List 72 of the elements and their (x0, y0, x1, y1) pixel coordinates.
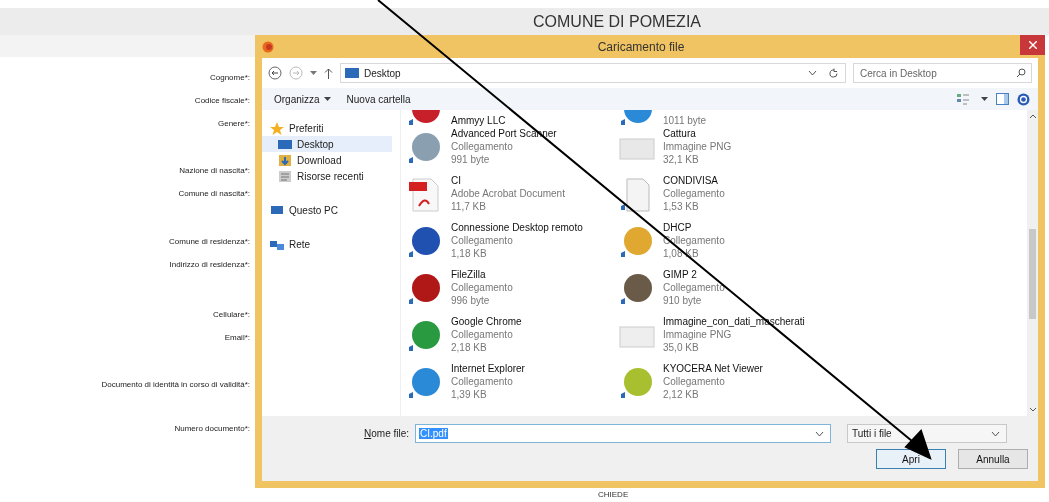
close-icon (1028, 41, 1037, 49)
star-icon (270, 121, 284, 135)
file-item[interactable]: Internet Explorer Collegamento 1,39 KB (407, 362, 619, 409)
download-folder-icon (278, 153, 292, 167)
app-icon (407, 131, 443, 165)
chevron-icon (991, 430, 1001, 437)
app-icon (407, 319, 443, 353)
file-item[interactable]: GIMP 2 Collegamento 910 byte (619, 268, 1027, 315)
chevron-icon[interactable] (808, 70, 817, 76)
refresh-icon[interactable] (828, 67, 839, 79)
scroll-down-icon[interactable] (1028, 407, 1037, 412)
app-logo-icon (262, 40, 274, 53)
scrollbar-thumb[interactable] (1029, 229, 1036, 319)
scroll-up-icon[interactable] (1028, 114, 1037, 119)
address-bar[interactable]: Desktop (340, 63, 846, 83)
organize-button[interactable]: Organizza (270, 93, 335, 105)
app-icon (619, 272, 655, 306)
form-label: Comune di nascita*: (178, 189, 251, 199)
scrollbar[interactable] (1027, 110, 1038, 416)
chevron-icon[interactable] (815, 430, 825, 437)
search-field[interactable]: Cerca in Desktop (853, 63, 1032, 83)
filename-label: Nome file: (364, 428, 410, 439)
nav-item[interactable]: Risorse recenti (262, 168, 392, 184)
file-item[interactable]: CONDIVISA Collegamento 1,53 KB (619, 174, 1027, 221)
form-label: Documento di identità in corso di validità*: (101, 380, 251, 390)
caret-icon (323, 97, 331, 101)
form-label: Email*: (224, 333, 251, 343)
form-label: Cognome*: (209, 73, 251, 83)
monitor-icon (270, 203, 284, 217)
file-item[interactable]: CI Adobe Acrobat Document 11,7 KB (407, 174, 619, 221)
file-item[interactable]: Cattura Immagine PNG 32,1 KB (619, 127, 1027, 174)
nav-item[interactable]: Questo PC (262, 202, 392, 218)
file-item[interactable]: Ammyy LLC (407, 110, 619, 127)
file-item[interactable]: Google Chrome Collegamento 2,18 KB (407, 315, 619, 362)
form-label: Cellulare*: (213, 310, 251, 320)
open-button[interactable]: Apri (876, 449, 946, 469)
nav-item[interactable]: Rete (262, 236, 392, 252)
help-icon[interactable] (1017, 92, 1030, 106)
form-label: Codice fiscale*: (194, 96, 251, 106)
document-list-icon (278, 169, 292, 183)
desktop-icon (278, 137, 292, 151)
caret-icon[interactable] (981, 97, 988, 101)
nav-item[interactable]: Download (262, 152, 392, 168)
form-label: Indirizzo di residenza*: (169, 260, 251, 270)
file-type-dropdown[interactable]: Tutti i file (847, 424, 1008, 443)
nav-item[interactable]: Desktop (262, 136, 392, 152)
app-icon (407, 225, 443, 259)
section-heading: CHIEDE (598, 490, 629, 499)
file-item[interactable]: KYOCERA Net Viewer Collegamento 2,12 KB (619, 362, 1027, 409)
app-icon (407, 272, 443, 306)
new-folder-button[interactable]: Nuova cartella (342, 93, 415, 105)
form-label: Nazione di nascita*: (179, 166, 251, 176)
file-item[interactable]: 1011 byte (619, 110, 1027, 127)
caret-icon[interactable] (310, 70, 317, 76)
app-icon (619, 225, 655, 259)
app-icon (407, 366, 443, 400)
app-icon (619, 366, 655, 400)
page-title: COMUNE DI POMEZIA (533, 12, 701, 31)
file-item[interactable]: FileZilla Collegamento 996 byte (407, 268, 619, 315)
search-icon (1016, 68, 1026, 78)
cancel-button[interactable]: Annulla (958, 449, 1028, 469)
up-arrow-icon[interactable] (324, 67, 333, 79)
close-button[interactable] (1020, 35, 1045, 55)
dialog-title: Caricamento file (596, 39, 686, 54)
back-icon[interactable] (268, 66, 282, 80)
form-label: Numero documento*: (174, 424, 251, 434)
form-label: Comune di residenza*: (169, 237, 251, 247)
desktop-icon (345, 68, 359, 78)
form-label: Genere*: (217, 119, 251, 129)
file-item[interactable]: Connessione Desktop remoto Collegamento 1,18 KB (407, 221, 619, 268)
preview-pane-icon[interactable] (996, 93, 1009, 105)
nav-item[interactable]: Preferiti (262, 120, 392, 136)
